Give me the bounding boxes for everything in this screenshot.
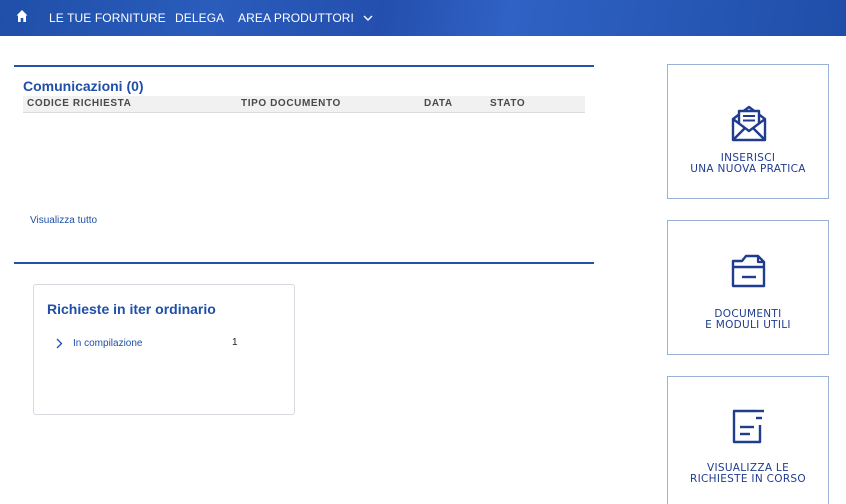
requests-card: Richieste in iter ordinario In compilazi…	[33, 284, 295, 415]
nav-delega[interactable]: DELEGA	[175, 0, 224, 36]
top-nav-bar: LE TUE FORNITURE DELEGA AREA PRODUTTORI	[0, 0, 846, 36]
request-item-in-compilazione[interactable]: In compilazione 1	[56, 337, 271, 351]
request-item-label: In compilazione	[73, 338, 143, 349]
nav-area-produttori[interactable]: AREA PRODUTTORI	[238, 0, 373, 36]
column-header-data[interactable]: DATA	[424, 98, 453, 109]
communications-title: Comunicazioni (0)	[23, 78, 144, 94]
nav-le-tue-forniture[interactable]: LE TUE FORNITURE	[49, 0, 166, 36]
column-header-tipo-documento[interactable]: TIPO DOCUMENTO	[241, 98, 341, 109]
chevron-down-icon	[363, 15, 373, 21]
requests-card-title: Richieste in iter ordinario	[47, 301, 216, 317]
list-document-icon	[732, 409, 764, 444]
section-divider-bottom	[14, 262, 594, 264]
tile-requests-in-progress[interactable]: VISUALIZZA LE RICHIESTE IN CORSO	[667, 376, 829, 504]
request-item-count: 1	[232, 337, 238, 348]
section-divider-top	[14, 65, 594, 67]
column-header-stato[interactable]: STATO	[490, 98, 525, 109]
communications-table-header: CODICE RICHIESTA TIPO DOCUMENTO DATA STA…	[23, 96, 585, 113]
home-icon[interactable]	[16, 9, 28, 23]
nav-area-produttori-label: AREA PRODUTTORI	[238, 11, 354, 25]
folder-document-icon	[731, 254, 766, 288]
tile-new-practice[interactable]: INSERISCI UNA NUOVA PRATICA	[667, 64, 829, 199]
envelope-document-icon	[731, 105, 767, 142]
tile-documents[interactable]: DOCUMENTI E MODULI UTILI	[667, 220, 829, 355]
view-all-link[interactable]: Visualizza tutto	[30, 215, 97, 226]
tile-requests-line2: RICHIESTE IN CORSO	[690, 473, 806, 485]
column-header-codice-richiesta[interactable]: CODICE RICHIESTA	[27, 98, 131, 109]
tile-documents-line2: E MODULI UTILI	[705, 319, 791, 331]
tile-new-practice-line2: UNA NUOVA PRATICA	[690, 163, 806, 175]
chevron-right-icon	[56, 338, 63, 349]
